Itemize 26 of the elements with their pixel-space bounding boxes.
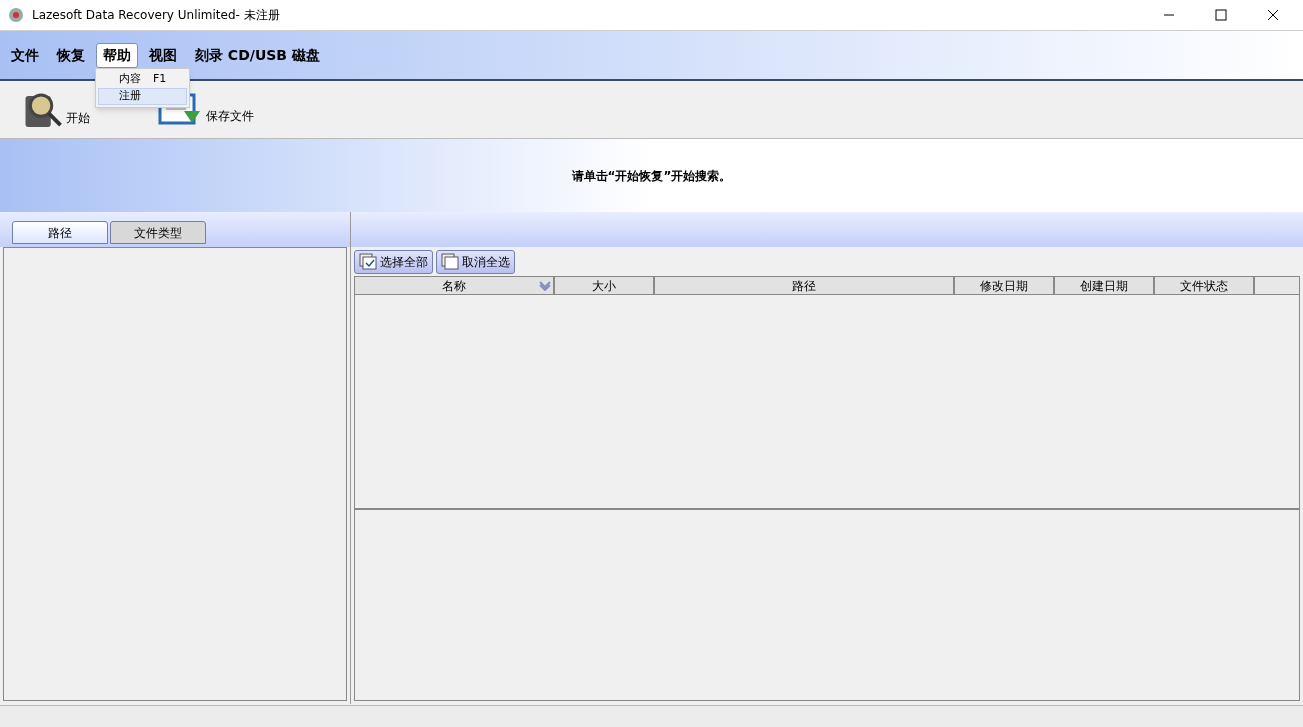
- column-header[interactable]: 修改日期: [955, 277, 1055, 294]
- column-header[interactable]: 文件状态: [1155, 277, 1255, 294]
- maximize-icon[interactable]: [1215, 9, 1227, 21]
- column-header[interactable]: 创建日期: [1055, 277, 1155, 294]
- column-header[interactable]: 大小: [555, 277, 655, 294]
- column-header[interactable]: 路径: [655, 277, 955, 294]
- pages-icon: [441, 253, 459, 270]
- deselect-all-button[interactable]: 取消全选: [436, 249, 515, 274]
- tab[interactable]: 路径: [12, 221, 108, 244]
- banner-message: 请单击“开始恢复”开始搜索。: [571, 167, 732, 185]
- menu-item[interactable]: 文件: [4, 42, 46, 68]
- window-title: Lazesoft Data Recovery Unlimited- 未注册: [32, 7, 280, 24]
- menu-item[interactable]: 视图: [142, 42, 184, 68]
- app-icon: [8, 7, 24, 23]
- disk-magnifier-icon: [24, 93, 62, 127]
- column-header[interactable]: 名称: [355, 277, 555, 294]
- dropdown-item[interactable]: 注册: [98, 88, 187, 105]
- select-all-button[interactable]: 选择全部: [354, 249, 433, 274]
- close-icon[interactable]: [1267, 9, 1279, 21]
- dropdown-item[interactable]: 内容 F1: [98, 71, 187, 88]
- menu-item[interactable]: 刻录 CD/USB 磁盘: [188, 42, 327, 68]
- tab[interactable]: 文件类型: [110, 221, 206, 244]
- menu-item[interactable]: 恢复: [50, 42, 92, 68]
- checked-pages-icon: [359, 253, 377, 270]
- start-recovery-button[interactable]: 开始: [24, 93, 90, 127]
- menu-item[interactable]: 帮助: [96, 42, 138, 68]
